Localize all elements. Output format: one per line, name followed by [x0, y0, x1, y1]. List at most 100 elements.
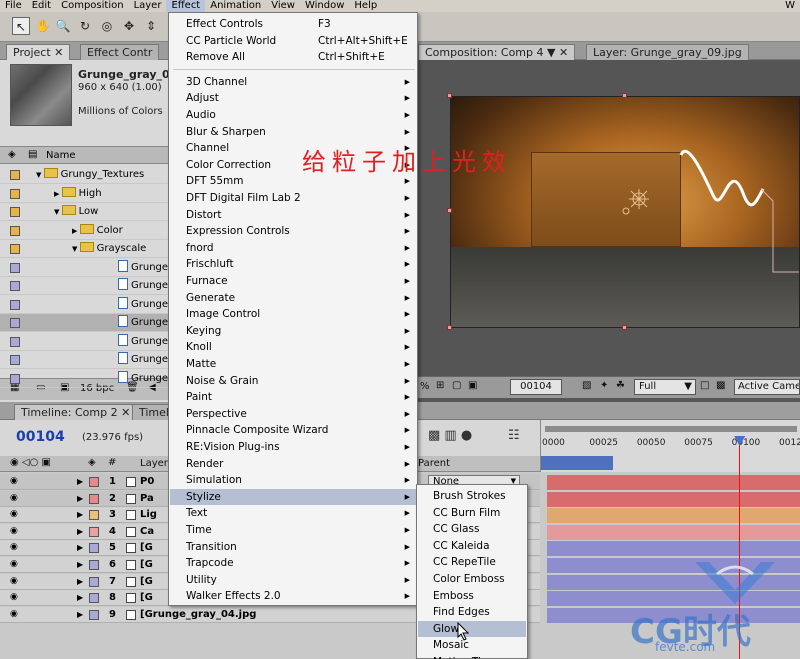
collapsed-triangle-icon[interactable]: ▶	[72, 227, 80, 235]
label-color-swatch[interactable]	[10, 225, 20, 236]
project-item[interactable]: Grunge	[0, 333, 170, 351]
menuitem-paint[interactable]: Paint ▶	[170, 389, 416, 405]
mask-view-icon[interactable]: ▣	[468, 380, 477, 391]
label-color-swatch[interactable]	[10, 170, 20, 180]
selection-tool-icon[interactable]: ↖	[12, 17, 30, 35]
layer-handle[interactable]	[447, 93, 452, 98]
time-navigator[interactable]	[541, 456, 613, 470]
project-item[interactable]: Grunge	[0, 296, 170, 314]
project-item[interactable]: ▶ Color	[0, 222, 170, 240]
project-item[interactable]: Grunge	[0, 314, 170, 332]
zoom-level[interactable]: %	[420, 381, 430, 392]
project-item[interactable]: Grunge	[0, 259, 170, 277]
menuitem-distort[interactable]: Distort ▶	[170, 207, 416, 223]
visibility-eye-icon[interactable]: ◉	[10, 510, 20, 519]
composition-canvas[interactable]	[450, 96, 800, 328]
project-item[interactable]: Grunge	[0, 351, 170, 369]
layer-expand-icon[interactable]: ▶	[77, 507, 83, 523]
menuitem-3d-channel[interactable]: 3D Channel ▶	[170, 74, 416, 90]
layer-name[interactable]: Lig	[140, 507, 157, 523]
visibility-eye-icon[interactable]: ◉	[10, 477, 20, 486]
project-item[interactable]: ▶ High	[0, 185, 170, 203]
menuitem-pinnacle-composite-wizard[interactable]: Pinnacle Composite Wizard ▶	[170, 422, 416, 438]
menuitem-adjust[interactable]: Adjust ▶	[170, 90, 416, 106]
timeline-switch-icons[interactable]: ▩ ▥ ●	[428, 428, 472, 443]
expanded-triangle-icon[interactable]: ▼	[72, 245, 80, 253]
layer-label-color[interactable]	[89, 493, 99, 504]
menu-layer[interactable]: Layer	[129, 0, 167, 12]
layer-name[interactable]: Pa	[140, 491, 154, 507]
label-color-swatch[interactable]	[10, 262, 20, 273]
menuitem-cc-particle-world[interactable]: CC Particle World Ctrl+Alt+Shift+E	[170, 33, 416, 49]
menuitem-render[interactable]: Render ▶	[170, 456, 416, 472]
layer-handle[interactable]	[622, 325, 627, 330]
layer-label-color[interactable]	[89, 576, 99, 587]
menuitem-blur-sharpen[interactable]: Blur & Sharpen ▶	[170, 124, 416, 140]
av-features-icon[interactable]: ◉ ◁○ ▣	[10, 457, 51, 468]
layer-label-color[interactable]	[89, 609, 99, 620]
visibility-eye-icon[interactable]: ◉	[10, 609, 20, 619]
label-color-swatch[interactable]	[10, 318, 20, 328]
visibility-eye-icon[interactable]: ◉	[10, 543, 20, 552]
layer-name[interactable]: P0	[140, 474, 154, 490]
menuitem-remove-all[interactable]: Remove All Ctrl+Shift+E	[170, 49, 416, 65]
layer-label-color[interactable]	[89, 543, 99, 554]
submenu-item-brush-strokes[interactable]: Brush Strokes	[418, 488, 526, 504]
menu-composition[interactable]: Composition	[56, 0, 128, 12]
label-column-icon[interactable]: ◈	[8, 149, 16, 160]
menuitem-utility[interactable]: Utility ▶	[170, 572, 416, 588]
submenu-item-cc-glass[interactable]: CC Glass	[418, 521, 526, 537]
layer-duration-bar[interactable]	[547, 524, 800, 540]
menuitem-keying[interactable]: Keying ▶	[170, 323, 416, 339]
label-color-swatch[interactable]	[10, 373, 20, 384]
visibility-eye-icon[interactable]: ◉	[10, 493, 20, 503]
layer-name[interactable]: [G	[140, 557, 153, 573]
menu-window[interactable]: Window	[300, 0, 349, 12]
collapsed-triangle-icon[interactable]: ▶	[54, 190, 62, 198]
layer-handle[interactable]	[622, 93, 627, 98]
submenu-item-color-emboss[interactable]: Color Emboss	[418, 571, 526, 587]
label-color-swatch[interactable]	[10, 281, 20, 291]
transparency-grid-icon[interactable]: ▩	[716, 380, 725, 391]
tab-composition[interactable]: Composition: Comp 4 ▼ ✕	[418, 44, 576, 60]
visibility-eye-icon[interactable]: ◉	[10, 526, 20, 536]
menuitem-transition[interactable]: Transition ▶	[170, 539, 416, 555]
tab-project[interactable]: Project ✕	[6, 44, 71, 60]
menuitem-trapcode[interactable]: Trapcode ▶	[170, 555, 416, 571]
project-item[interactable]: ▼ Grayscale	[0, 240, 170, 258]
project-item[interactable]: Grunge	[0, 277, 170, 295]
layer-handle[interactable]	[447, 325, 452, 330]
submenu-item-cc-kaleida[interactable]: CC Kaleida	[418, 538, 526, 554]
name-column-header[interactable]: Name	[46, 150, 76, 161]
layer-duration-bar[interactable]	[547, 541, 800, 557]
layer-expand-icon[interactable]: ▶	[77, 590, 83, 606]
track-z-camera-icon[interactable]: ⇕	[142, 17, 160, 35]
submenu-item-find-edges[interactable]: Find Edges	[418, 604, 526, 620]
rotate-tool-icon[interactable]: ↻	[76, 17, 94, 35]
label-column-icon[interactable]: ◈	[88, 457, 96, 468]
menuitem-frischluft[interactable]: Frischluft ▶	[170, 256, 416, 272]
layer-expand-icon[interactable]: ▶	[77, 607, 83, 623]
label-color-swatch[interactable]	[10, 299, 20, 310]
visibility-eye-icon[interactable]: ◉	[10, 560, 20, 569]
layer-duration-bar[interactable]	[547, 491, 800, 507]
graph-editor-icon[interactable]: ☷	[508, 428, 520, 443]
project-item[interactable]: Grunge	[0, 370, 170, 388]
menuitem-audio[interactable]: Audio ▶	[170, 107, 416, 123]
hand-tool-icon[interactable]: ✋	[34, 17, 52, 35]
menuitem-text[interactable]: Text ▶	[170, 505, 416, 521]
menuitem-generate[interactable]: Generate ▶	[170, 290, 416, 306]
menuitem-furnace[interactable]: Furnace ▶	[170, 273, 416, 289]
layer-label-color[interactable]	[89, 593, 99, 604]
layer-name[interactable]: Ca	[140, 524, 154, 540]
layer-name[interactable]: [G	[140, 540, 153, 556]
tab-effect-controls[interactable]: Effect Contr	[80, 44, 160, 60]
menuitem-stylize[interactable]: Stylize ▶	[170, 488, 416, 505]
submenu-item-cc-repetile[interactable]: CC RepeTile	[418, 554, 526, 570]
menuitem-expression-controls[interactable]: Expression Controls ▶	[170, 223, 416, 239]
menuitem-time[interactable]: Time ▶	[170, 522, 416, 538]
parent-column-header[interactable]: Parent	[418, 458, 450, 469]
layer-expand-icon[interactable]: ▶	[77, 574, 83, 590]
layer-expand-icon[interactable]: ▶	[77, 491, 83, 507]
label-color-swatch[interactable]	[10, 244, 20, 254]
